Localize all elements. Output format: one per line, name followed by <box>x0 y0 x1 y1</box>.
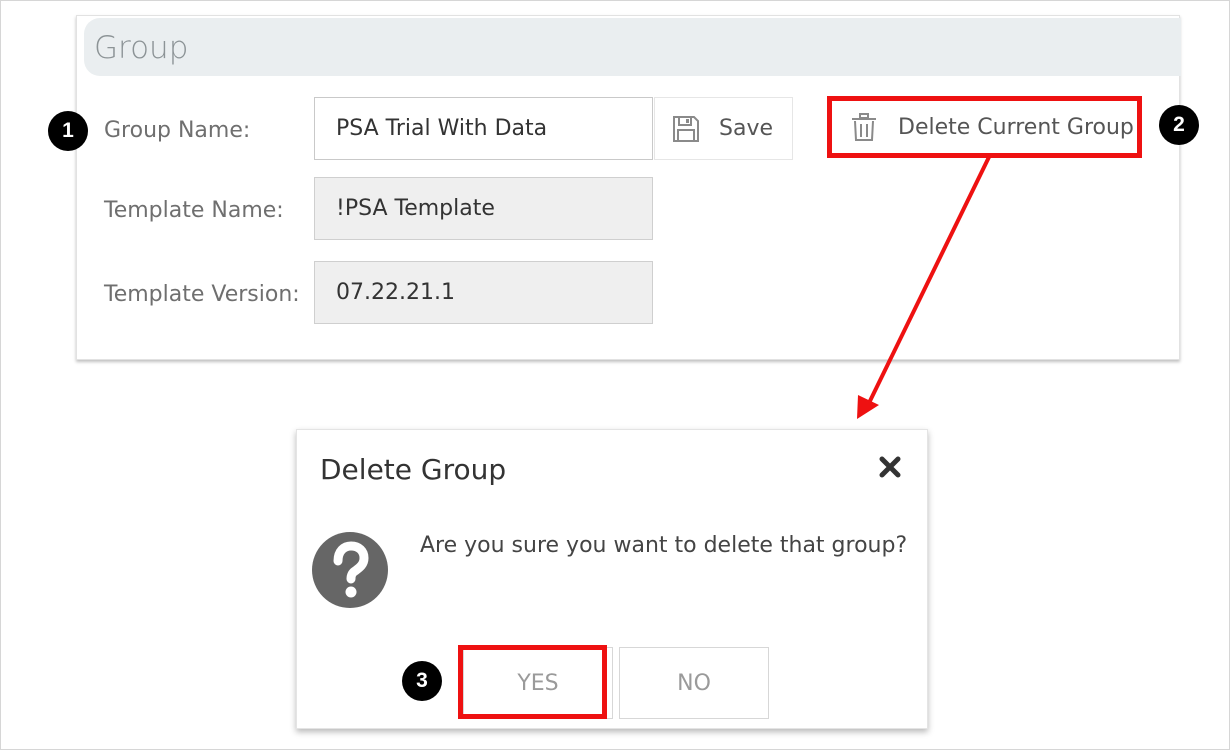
template-version-value: 07.22.21.1 <box>336 280 455 305</box>
dialog-title: Delete Group <box>320 453 507 486</box>
yes-button[interactable]: YES <box>463 647 613 719</box>
question-circle-icon <box>312 532 388 608</box>
save-button-label: Save <box>719 116 774 141</box>
step-badge-1: 1 <box>48 111 88 151</box>
group-name-input[interactable]: PSA Trial With Data <box>314 97 653 160</box>
save-button[interactable]: Save <box>654 97 793 160</box>
template-name-label: Template Name: <box>104 198 284 223</box>
group-panel: Group Group Name: PSA Trial With Data Sa… <box>76 15 1181 360</box>
dialog-message: Are you sure you want to delete that gro… <box>420 533 908 558</box>
step-badge-3: 3 <box>402 661 442 701</box>
group-header: Group <box>84 18 1181 76</box>
delete-group-dialog: Delete Group Are you sure you want to de… <box>296 429 928 729</box>
delete-current-group-button[interactable]: Delete Current Group <box>828 97 1141 157</box>
close-icon[interactable] <box>875 452 905 482</box>
template-name-value: !PSA Template <box>336 196 495 221</box>
template-version-label: Template Version: <box>104 282 300 307</box>
group-name-value: PSA Trial With Data <box>336 116 548 141</box>
group-title: Group <box>94 30 189 66</box>
no-button[interactable]: NO <box>619 647 769 719</box>
template-version-field: 07.22.21.1 <box>314 261 653 324</box>
group-name-label: Group Name: <box>104 118 251 143</box>
step-badge-2: 2 <box>1159 105 1199 145</box>
delete-current-group-label: Delete Current Group <box>898 114 1134 140</box>
save-icon <box>673 115 699 142</box>
trash-icon <box>852 113 876 141</box>
template-name-field: !PSA Template <box>314 177 653 240</box>
